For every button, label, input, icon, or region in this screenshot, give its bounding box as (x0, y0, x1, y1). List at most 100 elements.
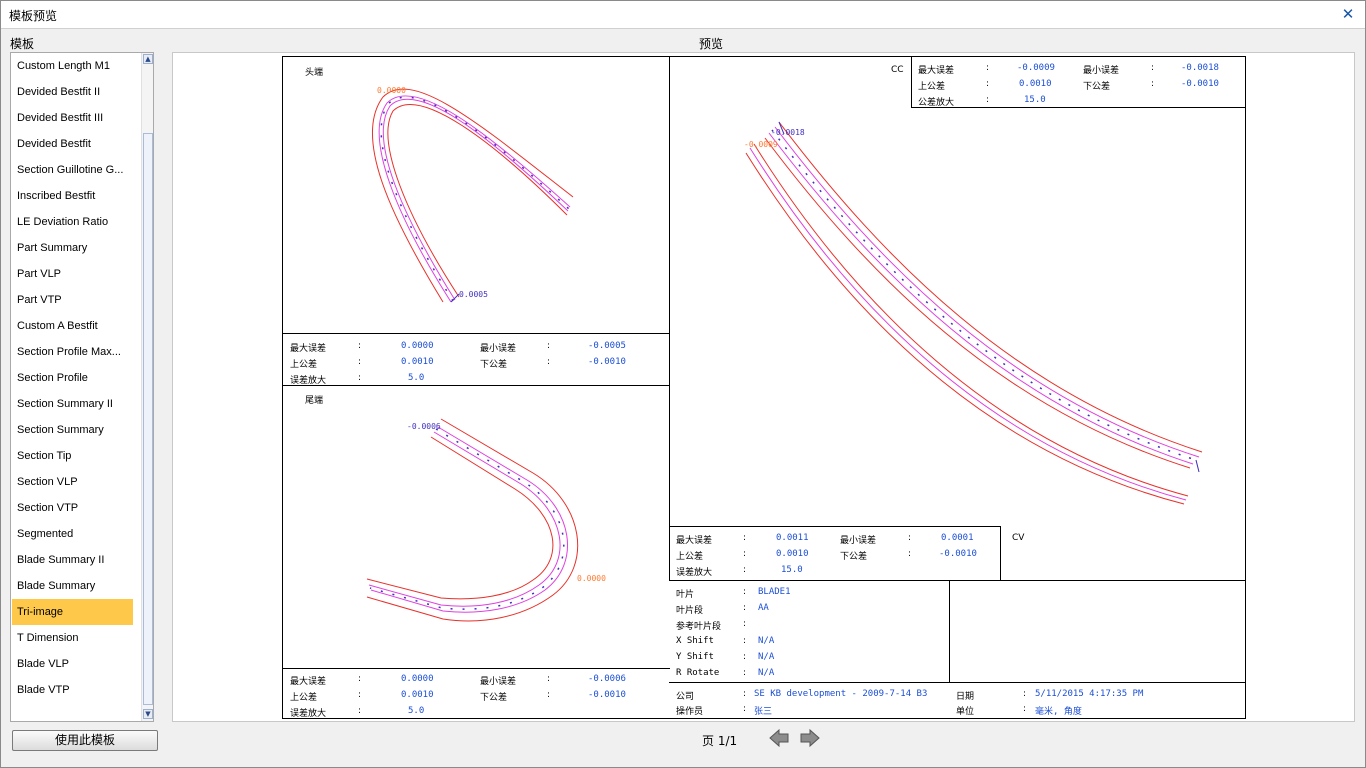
template-list-item[interactable]: Blade Summary (12, 573, 133, 599)
page-indicator: 页 1/1 (702, 734, 738, 748)
blade-label: 叶片 (676, 590, 695, 600)
cc-lower-label: 下公差 (1083, 82, 1111, 92)
tail-tag-top: -0.0006 (407, 422, 441, 431)
tail-tag-right: 0.0000 (577, 574, 606, 583)
x-shift-label: X Shift (676, 636, 714, 646)
template-list-item[interactable]: Section Summary (12, 417, 133, 443)
cv-mag: 15.0 (781, 565, 803, 575)
template-list-item[interactable]: Custom A Bestfit (12, 313, 133, 339)
template-list-item[interactable]: Blade VLP (12, 651, 133, 677)
next-page-arrow-icon[interactable] (799, 728, 821, 748)
cc-title: CC (891, 65, 904, 75)
template-list-item[interactable]: LE Deviation Ratio (12, 209, 133, 235)
list-scrollbar[interactable]: ▲ ▼ (141, 53, 153, 721)
operator-label: 操作员 (676, 707, 704, 717)
title-bar: 模板预览 ✕ (1, 1, 1365, 29)
template-list-item[interactable]: Tri-image (12, 599, 133, 625)
previous-page-arrow-icon[interactable] (768, 728, 790, 748)
template-preview-window: 模板预览 ✕ 模板 预览 Custom Length M1 Devided Bes… (0, 0, 1366, 768)
tail-profile-plot (366, 418, 579, 622)
template-list-item[interactable]: Section VLP (12, 469, 133, 495)
head-max-err-label: 最大误差 (290, 344, 327, 354)
close-icon[interactable]: ✕ (1341, 6, 1355, 22)
divider (1000, 526, 1001, 581)
template-list-item[interactable]: Section Tip (12, 443, 133, 469)
section-value: AA (758, 603, 769, 613)
template-list-item[interactable]: Devided Bestfit (12, 131, 133, 157)
template-list-item[interactable]: Blade VTP (12, 677, 133, 703)
head-tag-bottom: 0.0005 (459, 290, 488, 299)
tail-lower-label: 下公差 (480, 693, 508, 703)
cc-max-err: -0.0009 (1017, 63, 1055, 73)
y-shift-label: Y Shift (676, 652, 714, 662)
template-list-item[interactable]: Section Guillotine G... (12, 157, 133, 183)
r-rotate-value: N/A (758, 668, 775, 678)
cv-max-err-label: 最大误差 (676, 536, 713, 546)
template-list-item[interactable]: Blade Summary II (12, 547, 133, 573)
use-template-button[interactable]: 使用此模板 (12, 730, 158, 751)
unit-label: 单位 (956, 707, 975, 717)
operator-value: 张三 (754, 707, 773, 717)
template-list-item[interactable]: Part Summary (12, 235, 133, 261)
cv-min-err: 0.0001 (941, 533, 974, 543)
template-list-item[interactable]: Section VTP (12, 495, 133, 521)
template-list-item[interactable]: Devided Bestfit II (12, 79, 133, 105)
cv-lower-label: 下公差 (840, 552, 868, 562)
template-list-item[interactable]: Inscribed Bestfit (12, 183, 133, 209)
cv-title: CV (1012, 533, 1025, 543)
cv-min-err-label: 最小误差 (840, 536, 877, 546)
template-list-item[interactable]: Segmented (12, 521, 133, 547)
head-upper-label: 上公差 (290, 360, 318, 370)
head-lower: -0.0010 (588, 357, 626, 367)
divider (911, 57, 912, 108)
scroll-thumb[interactable] (143, 133, 153, 705)
cc-upper-label: 上公差 (918, 82, 946, 92)
window-title: 模板预览 (9, 9, 58, 23)
tail-min-err-label: 最小误差 (480, 677, 517, 687)
section-label: 叶片段 (676, 606, 704, 616)
company-value: SE KB development - 2009-7-14 B3 (754, 689, 928, 699)
divider (669, 580, 1245, 581)
head-lower-label: 下公差 (480, 360, 508, 370)
cv-upper-label: 上公差 (676, 552, 704, 562)
head-min-err-label: 最小误差 (480, 344, 517, 354)
divider (669, 526, 1001, 527)
head-min-err: -0.0005 (588, 341, 626, 351)
template-list[interactable]: Custom Length M1 Devided Bestfit II Devide… (10, 52, 154, 722)
divider (669, 682, 1245, 683)
cc-mag-label: 公差放大 (918, 98, 955, 108)
r-rotate-label: R Rotate (676, 668, 720, 678)
cc-lower: -0.0010 (1181, 79, 1219, 89)
template-list-item[interactable]: Devided Bestfit III (12, 105, 133, 131)
divider (949, 580, 950, 683)
cc-tag-left: -0.0009 (744, 140, 778, 149)
y-shift-value: N/A (758, 652, 775, 662)
cc-min-err: -0.0018 (1181, 63, 1219, 73)
scroll-down-arrow-icon[interactable]: ▼ (143, 709, 153, 719)
preview-label: 预览 (699, 37, 724, 51)
cc-max-err-label: 最大误差 (918, 66, 955, 76)
cc-cv-profile-plot (745, 121, 1203, 505)
tail-upper: 0.0010 (401, 690, 434, 700)
template-list-item[interactable]: Section Profile (12, 365, 133, 391)
template-list-item[interactable]: Section Summary II (12, 391, 133, 417)
template-list-item[interactable]: Part VLP (12, 261, 133, 287)
head-mag: 5.0 (408, 373, 425, 383)
template-list-item[interactable]: Section Profile Max... (12, 339, 133, 365)
head-upper: 0.0010 (401, 357, 434, 367)
tail-max-err-label: 最大误差 (290, 677, 327, 687)
cv-upper: 0.0010 (776, 549, 809, 559)
cv-lower: -0.0010 (939, 549, 977, 559)
blade-value: BLADE1 (758, 587, 791, 597)
scroll-up-arrow-icon[interactable]: ▲ (143, 54, 153, 64)
template-list-item[interactable]: T Dimension (12, 625, 133, 651)
template-list-item[interactable]: Part VTP (12, 287, 133, 313)
tail-min-err: -0.0006 (588, 674, 626, 684)
template-list-item[interactable]: Custom Length M1 (12, 53, 133, 79)
date-value: 5/11/2015 4:17:35 PM (1035, 689, 1144, 699)
cc-mag: 15.0 (1024, 95, 1046, 105)
tail-mag-label: 误差放大 (290, 709, 327, 719)
ref-section-label: 参考叶片段 (676, 622, 722, 632)
cc-upper: 0.0010 (1019, 79, 1052, 89)
tail-upper-label: 上公差 (290, 693, 318, 703)
